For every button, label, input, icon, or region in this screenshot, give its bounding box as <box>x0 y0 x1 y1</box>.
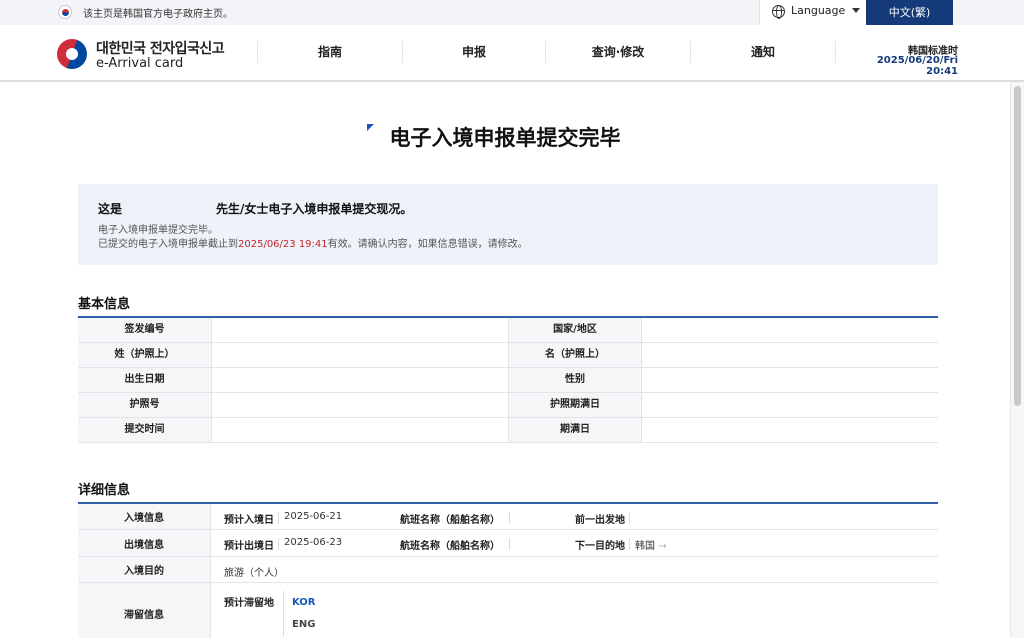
table-row: 入境目的 旅游（个人） <box>78 557 938 583</box>
field-divider <box>629 512 630 524</box>
status-line-1: 电子入境申报单提交完毕。 <box>98 225 218 236</box>
entry-info-label: 入境信息 <box>78 504 211 529</box>
table-row: 入境信息 预计入境日 2025-06-21 航班名称（船舶名称） 前一出发地 <box>78 504 938 530</box>
official-site-notice: 该主页是韩国官方电子政府主页。 <box>83 9 233 20</box>
site-header: 대한민국 전자입국신고 e-Arrival card 指南 申报 查询·修改 通… <box>0 25 1024 82</box>
stay-info-label: 滞留信息 <box>78 583 211 638</box>
top-notice-bar: 该主页是韩国官方电子政府主页。 Language 中文(繁) <box>0 0 1024 25</box>
country-value <box>641 318 938 342</box>
field-divider <box>283 591 284 637</box>
entry-purpose-label: 入境目的 <box>78 557 211 582</box>
gender-value <box>641 368 938 392</box>
field-divider <box>278 538 279 550</box>
table-row: 滞留信息 预计滞留地 KOR ENG <box>78 583 938 638</box>
given-name-label: 名（护照上） <box>508 343 641 367</box>
entry-date-value: 2025-06-21 <box>284 511 343 522</box>
korea-flag-icon <box>58 5 72 19</box>
entry-date-key: 预计入境日 <box>224 515 274 526</box>
language-label: Language <box>791 4 846 17</box>
next-destination-key: 下一目的地 <box>575 541 625 552</box>
arrow-right-icon: → <box>658 541 667 552</box>
kst-datetime: 2025/06/20/Fri 20:41 <box>876 55 958 77</box>
gender-label: 性别 <box>508 368 641 392</box>
table-row: 签发编号 国家/地区 <box>78 318 938 343</box>
status-heading: 这是 先生/女士电子入境申报单提交现况。 <box>98 200 412 217</box>
exit-date-value: 2025-06-23 <box>284 537 343 548</box>
passport-number-label: 护照号 <box>78 393 211 417</box>
submission-status-box: 这是 先生/女士电子入境申报单提交现况。 电子入境申报单提交完毕。 已提交的电子入… <box>78 184 938 265</box>
birth-date-label: 出生日期 <box>78 368 211 392</box>
field-divider <box>629 538 630 550</box>
status-line-2: 已提交的电子入境申报单截止到2025/06/23 19:41有效。请确认内容，如… <box>98 235 528 250</box>
expiry-date-label: 期满日 <box>508 418 641 442</box>
table-row: 提交时间 期满日 <box>78 418 938 443</box>
globe-icon <box>772 5 785 19</box>
nav-inquiry-edit[interactable]: 查询·修改 <box>546 25 690 80</box>
surname-value <box>211 343 508 367</box>
nav-guide[interactable]: 指南 <box>258 25 402 80</box>
status-heading-prefix: 这是 <box>98 202 123 216</box>
taegeuk-logo-icon[interactable] <box>57 39 87 69</box>
nav-divider <box>835 41 836 63</box>
nav-notice[interactable]: 通知 <box>691 25 835 80</box>
surname-label: 姓（护照上） <box>78 343 211 367</box>
nav-submit[interactable]: 申报 <box>403 25 545 80</box>
expiry-date-value <box>641 418 938 442</box>
current-language-button[interactable]: 中文(繁) <box>866 0 953 25</box>
field-divider <box>509 538 510 550</box>
issue-number-label: 签发编号 <box>78 318 211 342</box>
table-row: 出境信息 预计出境日 2025-06-23 航班名称（船舶名称） 下一目的地 韩… <box>78 530 938 557</box>
given-name-value <box>641 343 938 367</box>
logo-korean-text[interactable]: 대한민국 전자입국신고 <box>96 38 225 58</box>
scrollbar-thumb[interactable] <box>1014 86 1021 406</box>
stay-address-key: 预计滞留地 <box>224 598 274 609</box>
previous-departure-key: 前一出发地 <box>575 515 625 526</box>
exit-date-key: 预计出境日 <box>224 541 274 552</box>
passport-expiry-value <box>641 393 938 417</box>
table-row: 出生日期 性别 <box>78 368 938 393</box>
status-line-2-suffix: 有效。请确认内容，如果信息错误，请修改。 <box>327 239 528 250</box>
language-selector[interactable]: Language <box>759 0 866 25</box>
exit-info-label: 出境信息 <box>78 530 211 556</box>
entry-purpose-value: 旅游（个人） <box>224 568 284 579</box>
next-destination-text: 韩国 <box>635 541 655 552</box>
status-line-2-prefix: 已提交的电子入境申报单截止到 <box>98 239 238 250</box>
basic-info-table: 签发编号 国家/地区 姓（护照上） 名（护照上） 出生日期 性别 护照号 护照期… <box>78 316 938 443</box>
caret-down-icon <box>852 8 860 13</box>
detail-info-table: 入境信息 预计入境日 2025-06-21 航班名称（船舶名称） 前一出发地 出… <box>78 502 938 638</box>
submit-time-label: 提交时间 <box>78 418 211 442</box>
next-destination-value: 韩国 → <box>635 537 667 552</box>
basic-info-title: 基本信息 <box>78 297 131 312</box>
address-kor-tag: KOR <box>292 597 316 608</box>
field-divider <box>278 512 279 524</box>
valid-until-date: 2025/06/23 19:41 <box>238 239 328 250</box>
passport-expiry-label: 护照期满日 <box>508 393 641 417</box>
logo-english-text[interactable]: e-Arrival card <box>96 56 183 71</box>
table-row: 姓（护照上） 名（护照上） <box>78 343 938 368</box>
table-row: 护照号 护照期满日 <box>78 393 938 418</box>
issue-number-value <box>211 318 508 342</box>
country-label: 国家/地区 <box>508 318 641 342</box>
status-heading-suffix: 先生/女士电子入境申报单提交现况。 <box>216 202 413 216</box>
detail-info-title: 详细信息 <box>78 483 131 498</box>
entry-flight-key: 航班名称（船舶名称） <box>400 515 500 526</box>
submit-time-value <box>211 418 508 442</box>
birth-date-value <box>211 368 508 392</box>
exit-flight-key: 航班名称（船舶名称） <box>400 541 500 552</box>
page-title: 电子入境申报单提交完毕 <box>389 126 621 150</box>
address-eng-tag: ENG <box>292 619 316 630</box>
passport-number-value <box>211 393 508 417</box>
field-divider <box>509 512 510 524</box>
page-scrollbar[interactable] <box>1010 82 1024 638</box>
